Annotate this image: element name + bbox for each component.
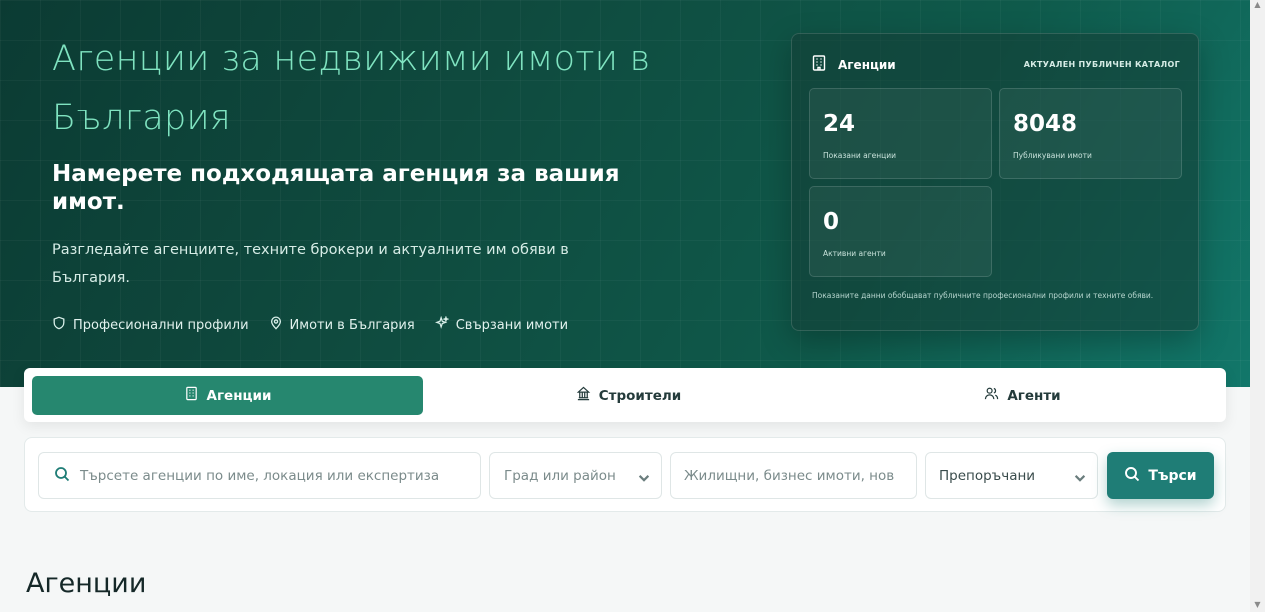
tab-agencies[interactable]: Агенции xyxy=(32,376,423,415)
stat-card-agents: 0 Активни агенти xyxy=(809,186,992,277)
search-icon xyxy=(54,466,70,486)
tab-agents[interactable]: Агенти xyxy=(827,376,1218,415)
sparkles-icon xyxy=(434,315,450,334)
hero-description: Разгледайте агенциите, техните брокери и… xyxy=(52,242,569,286)
stats-title: Агенции xyxy=(838,57,896,72)
chevron-down-icon xyxy=(1072,470,1086,482)
search-placeholder: Търсете агенции по име, локация или експ… xyxy=(80,467,440,484)
sort-value: Препоръчани xyxy=(939,467,1036,484)
feature-label: Професионални профили xyxy=(73,317,249,333)
scrollbar[interactable]: ▲ ▼ xyxy=(1250,0,1265,612)
stat-value: 8048 xyxy=(1013,111,1078,137)
stats-panel: Агенции АКТУАЛЕН ПУБЛИЧЕН КАТАЛОГ 24 Пок… xyxy=(791,33,1199,331)
stats-note: Показаните данни обобщават публичните пр… xyxy=(812,291,1154,300)
search-input[interactable]: Търсете агенции по име, локация или експ… xyxy=(38,452,481,499)
hero-banner: Агенции за недвижими имоти в България На… xyxy=(0,0,1250,387)
tab-label: Агенти xyxy=(1007,387,1061,404)
search-icon xyxy=(1124,466,1140,486)
users-icon xyxy=(984,386,999,405)
building-icon xyxy=(810,54,828,75)
search-button-label: Търси xyxy=(1148,467,1197,484)
stat-value: 0 xyxy=(823,209,840,235)
category-tabs: Агенции Строители Агенти xyxy=(24,368,1226,422)
stat-value: 24 xyxy=(823,111,856,137)
location-pin-icon xyxy=(269,316,283,334)
feature-professional-profiles: Професионални профили xyxy=(52,316,249,334)
hero-title: Агенции за недвижими имоти в България xyxy=(52,39,651,138)
stats-header: Агенции АКТУАЛЕН ПУБЛИЧЕН КАТАЛОГ xyxy=(810,54,1180,75)
feature-label: Имоти в България xyxy=(289,317,415,333)
scroll-up-icon[interactable]: ▲ xyxy=(1253,0,1262,9)
sort-select[interactable]: Препоръчани xyxy=(925,452,1098,499)
hero-subtitle: Намерете подходящата агенция за вашия им… xyxy=(52,161,620,215)
bank-icon xyxy=(576,386,591,405)
feature-related-properties: Свързани имоти xyxy=(434,315,569,334)
stat-card-agencies: 24 Показани агенции xyxy=(809,88,992,179)
stat-label: Публикувани имоти xyxy=(1013,151,1092,160)
search-button[interactable]: Търси xyxy=(1107,452,1214,499)
feature-properties-bulgaria: Имоти в България xyxy=(269,316,415,334)
tab-builders[interactable]: Строители xyxy=(433,376,824,415)
stat-card-properties: 8048 Публикувани имоти xyxy=(999,88,1182,179)
city-placeholder: Град или район xyxy=(504,467,616,484)
property-type-input[interactable]: Жилищни, бизнес имоти, нов xyxy=(670,452,917,499)
stat-label: Показани агенции xyxy=(823,151,897,160)
scroll-down-icon[interactable]: ▼ xyxy=(1253,600,1262,609)
stat-label: Активни агенти xyxy=(823,249,886,258)
tab-label: Агенции xyxy=(206,387,272,404)
building-icon xyxy=(184,386,199,405)
tab-label: Строители xyxy=(598,387,682,404)
section-title: Агенции xyxy=(26,568,147,599)
stats-title-group: Агенции xyxy=(810,54,896,75)
city-select[interactable]: Град или район xyxy=(489,452,662,499)
shield-icon xyxy=(52,316,66,334)
chevron-down-icon xyxy=(636,470,650,482)
hero-features: Професионални профили Имоти в България С… xyxy=(52,315,569,334)
stats-catalog-label: АКТУАЛЕН ПУБЛИЧЕН КАТАЛОГ xyxy=(1023,60,1180,69)
search-panel: Търсете агенции по име, локация или експ… xyxy=(24,437,1226,512)
feature-label: Свързани имоти xyxy=(455,317,569,333)
property-type-placeholder: Жилищни, бизнес имоти, нов xyxy=(684,467,895,484)
